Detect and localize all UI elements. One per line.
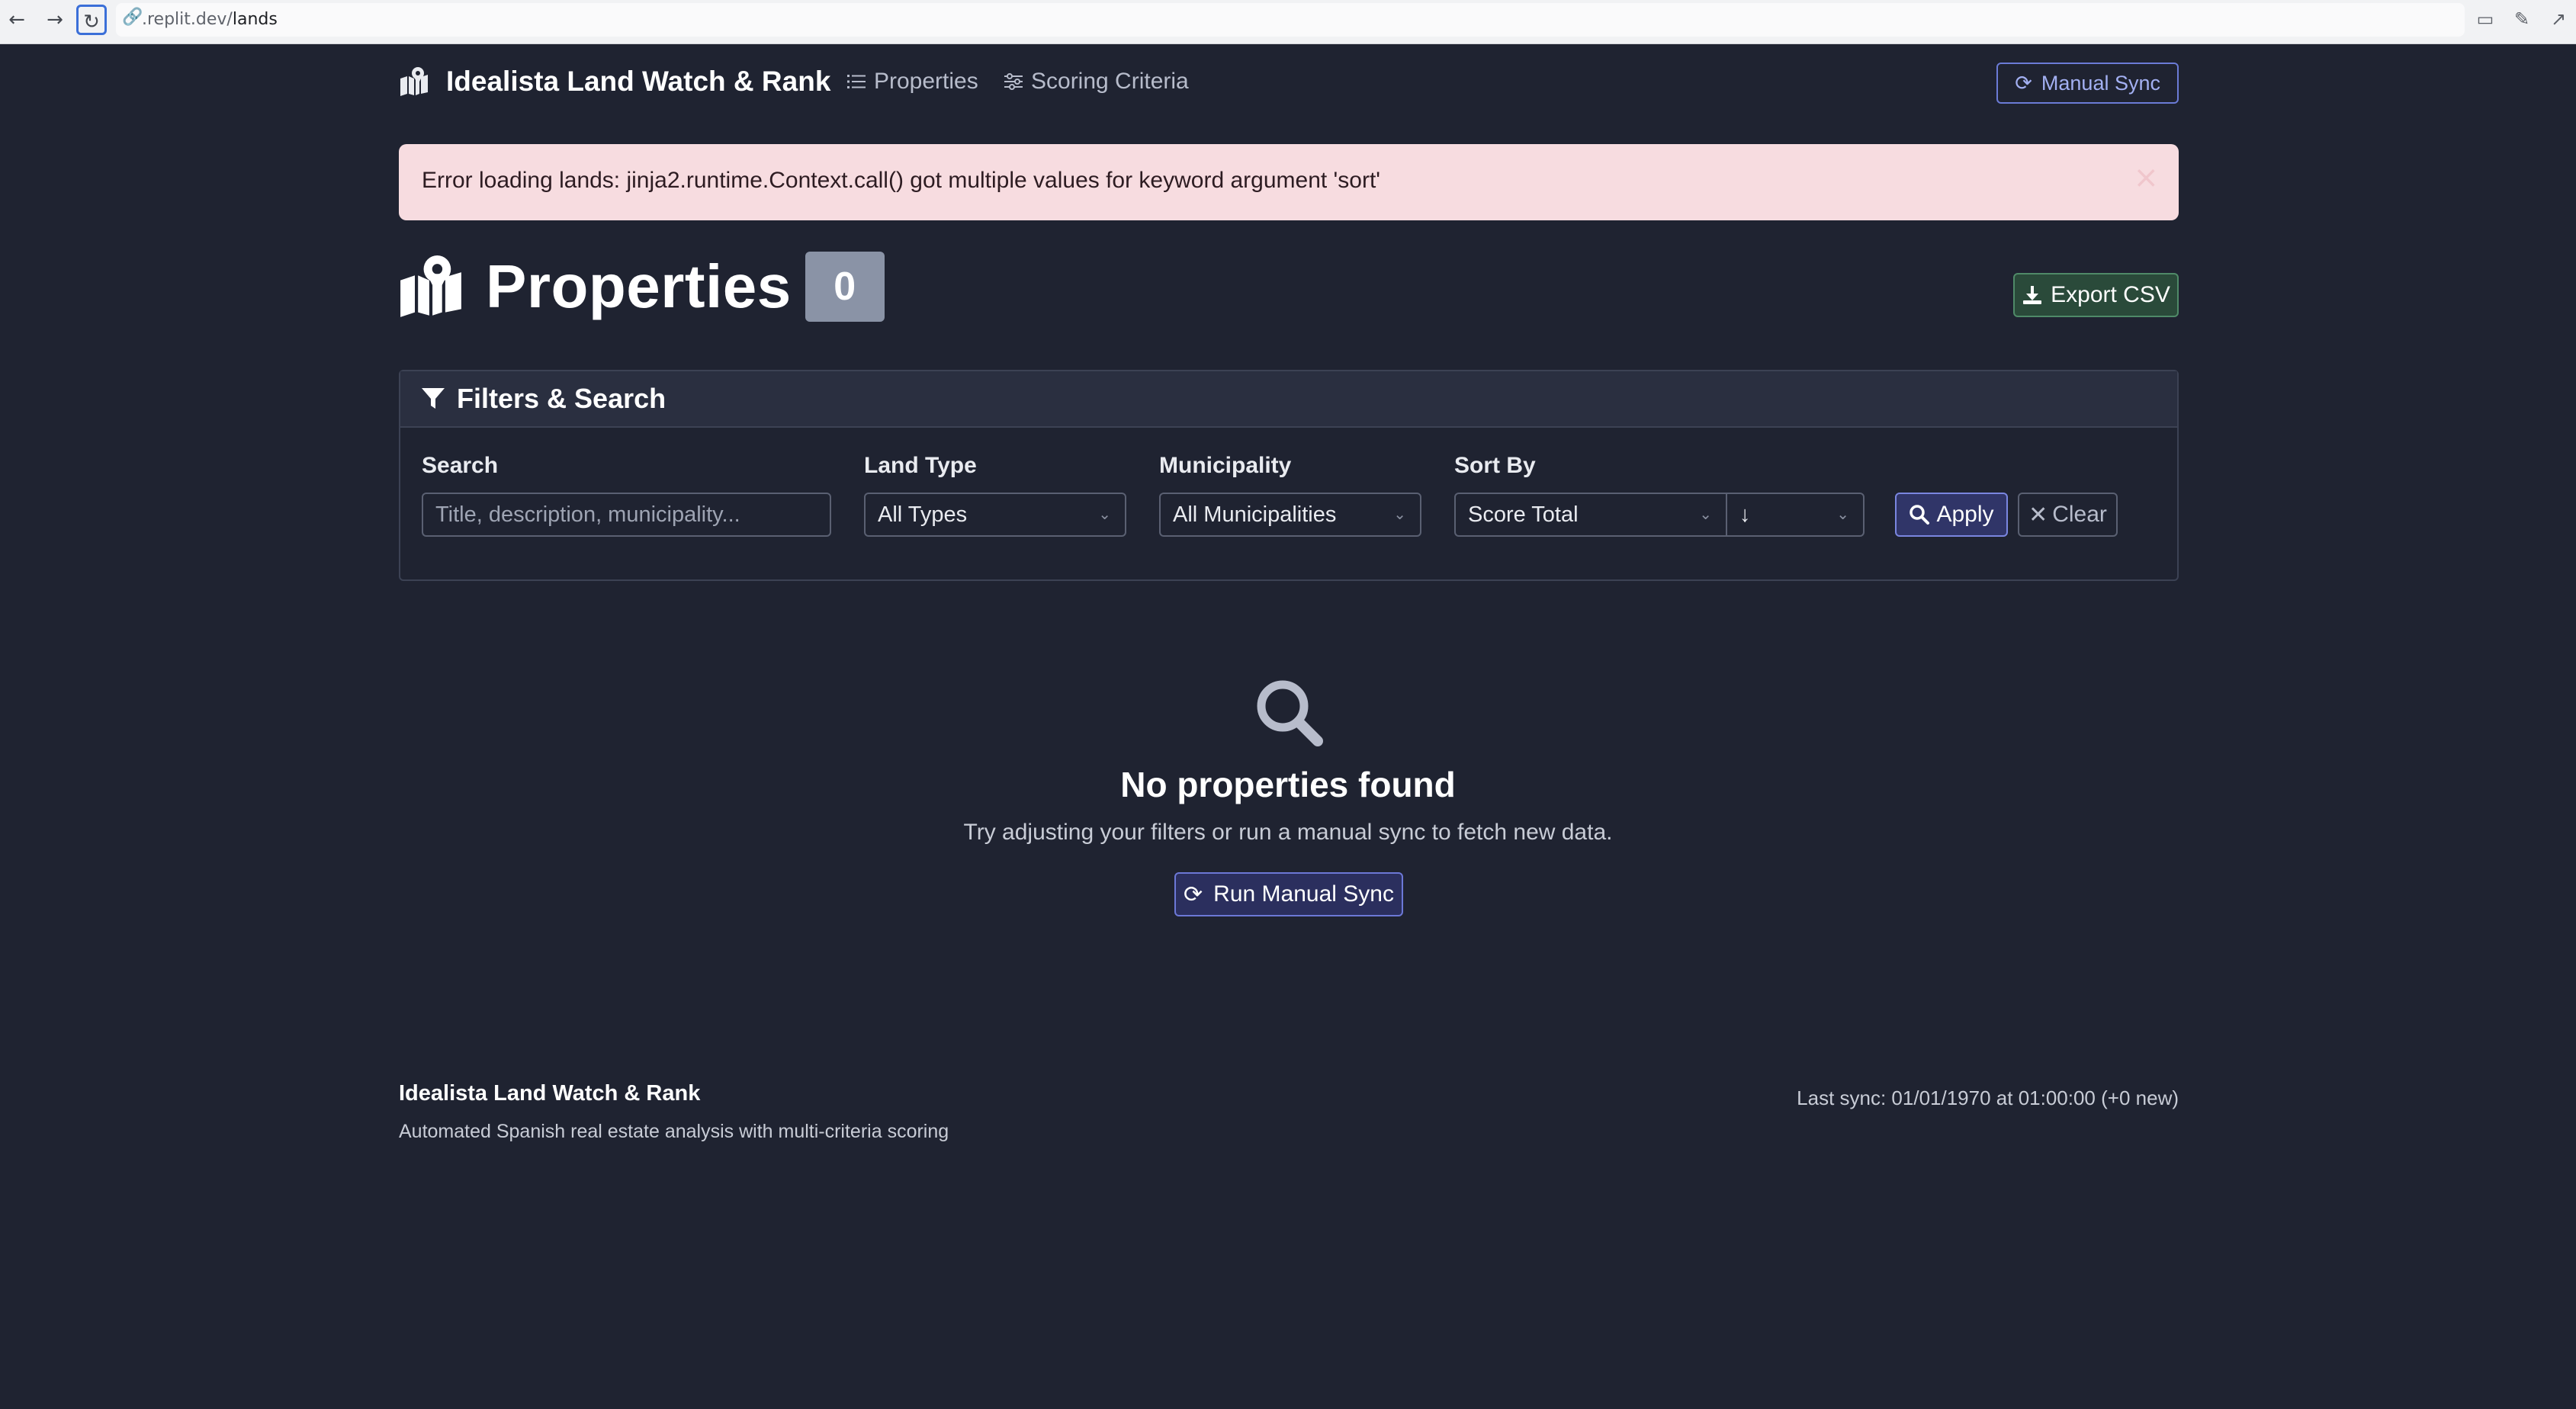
sort-by-label: Sort By: [1454, 453, 1536, 478]
clear-label: Clear: [2052, 502, 2107, 527]
close-icon: ✕: [2028, 502, 2048, 528]
brand-title: Idealista Land Watch & Rank: [446, 66, 831, 97]
forward-arrow-icon[interactable]: →: [40, 5, 70, 35]
top-navbar: Idealista Land Watch & Rank Properties S…: [399, 61, 2179, 107]
search-label: Search: [422, 453, 499, 478]
map-marked-icon: [400, 67, 428, 96]
nav-properties[interactable]: Properties: [846, 69, 978, 95]
sliders-icon: [1004, 73, 1023, 90]
close-icon[interactable]: ×: [2133, 162, 2159, 193]
wrench-icon[interactable]: ✎: [2510, 8, 2533, 30]
sort-by-value: Score Total: [1468, 502, 1579, 527]
chevron-down-icon: ⌄: [1098, 506, 1111, 523]
sync-icon: ⟳: [2015, 71, 2032, 95]
browser-toolbar: ← → ↻ 🔗 .replit.dev/lands ▭ ✎ ↗: [0, 0, 2576, 44]
search-icon: [1257, 680, 1323, 746]
export-csv-label: Export CSV: [2051, 282, 2170, 307]
back-arrow-icon[interactable]: ←: [2, 5, 32, 35]
download-icon: [2023, 286, 2042, 304]
address-bar[interactable]: 🔗 .replit.dev/lands: [116, 3, 2465, 37]
filters-title: Filters & Search: [457, 383, 666, 414]
apply-label: Apply: [1936, 502, 1994, 527]
footer-subtitle: Automated Spanish real estate analysis w…: [399, 1121, 949, 1142]
filters-card: Filters & Search Search Title, descripti…: [399, 370, 2179, 581]
run-manual-sync-button[interactable]: ⟳ Run Manual Sync: [1174, 872, 1403, 916]
municipality-value: All Municipalities: [1173, 502, 1337, 527]
search-input[interactable]: Title, description, municipality...: [422, 493, 831, 537]
export-csv-button[interactable]: Export CSV: [2013, 273, 2179, 317]
url-text: .replit.dev/lands: [142, 10, 278, 29]
land-type-label: Land Type: [864, 453, 977, 478]
empty-state-subtitle: Try adjusting your filters or run a manu…: [963, 820, 1613, 845]
last-sync-status: Last sync: 01/01/1970 at 01:00:00 (+0 ne…: [1797, 1086, 2179, 1109]
link-icon: 🔗: [122, 8, 143, 27]
municipality-select[interactable]: All Municipalities ⌄: [1159, 493, 1421, 537]
filter-icon: [422, 388, 445, 409]
sort-direction-value: ↓: [1739, 502, 1751, 527]
apply-button[interactable]: Apply: [1895, 493, 2008, 537]
page-title: Properties: [486, 252, 792, 320]
chevron-down-icon: ⌄: [1699, 506, 1712, 523]
land-type-select[interactable]: All Types ⌄: [864, 493, 1126, 537]
empty-state-title: No properties found: [1120, 765, 1456, 804]
map-marked-icon: [400, 255, 461, 317]
page-heading: Properties 0: [399, 252, 885, 322]
devices-icon[interactable]: ▭: [2474, 8, 2497, 30]
brand-link[interactable]: Idealista Land Watch & Rank: [399, 66, 830, 98]
error-message: Error loading lands: jinja2.runtime.Cont…: [422, 168, 1381, 193]
list-icon: [847, 75, 866, 88]
chevron-down-icon: ⌄: [1393, 506, 1406, 523]
open-external-icon[interactable]: ↗: [2547, 8, 2570, 30]
sync-icon: ⟳: [1184, 881, 1203, 907]
search-placeholder: Title, description, municipality...: [435, 502, 740, 527]
land-type-value: All Types: [878, 502, 968, 527]
count-badge: 0: [805, 252, 885, 322]
nav-scoring-label: Scoring Criteria: [1031, 69, 1189, 94]
sort-by-select[interactable]: Score Total ⌄: [1454, 493, 1727, 537]
reload-icon[interactable]: ↻: [76, 5, 107, 35]
nav-scoring-criteria[interactable]: Scoring Criteria: [1004, 69, 1189, 95]
nav-properties-label: Properties: [874, 69, 978, 94]
manual-sync-label: Manual Sync: [2041, 71, 2160, 95]
footer-title: Idealista Land Watch & Rank: [399, 1081, 701, 1106]
run-manual-sync-label: Run Manual Sync: [1213, 881, 1394, 907]
manual-sync-button[interactable]: ⟳ Manual Sync: [1996, 63, 2179, 104]
sort-direction-select[interactable]: ↓ ⌄: [1726, 493, 1865, 537]
clear-button[interactable]: ✕ Clear: [2018, 493, 2118, 537]
error-alert: Error loading lands: jinja2.runtime.Cont…: [399, 144, 2179, 220]
filters-header: Filters & Search: [400, 371, 2177, 428]
chevron-down-icon: ⌄: [1836, 506, 1849, 523]
municipality-label: Municipality: [1159, 453, 1292, 478]
search-icon: [1910, 505, 1930, 525]
